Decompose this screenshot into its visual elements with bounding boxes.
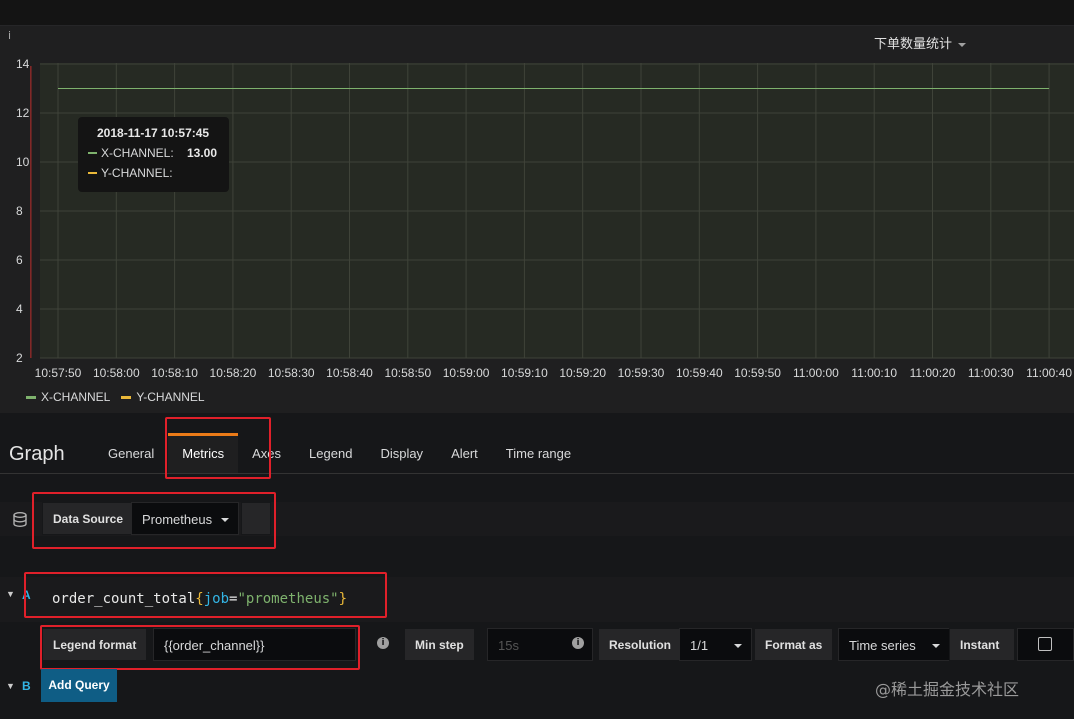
info-icon[interactable]: i	[8, 29, 11, 42]
graph-canvas[interactable]: 14 12 10 8 6 4 2 10:57:50 10:58:00 10:58:10 10:58:…	[0, 26, 1074, 413]
series-swatch-icon	[26, 395, 36, 399]
highlight-box-datasource	[32, 492, 276, 549]
x-tick-label: 11:00:20	[910, 366, 956, 380]
x-tick-label: 11:00:30	[968, 366, 1014, 380]
collapse-caret-icon[interactable]: ▼	[6, 681, 15, 691]
highlight-box-metrics-tab	[165, 417, 271, 479]
graph-panel: 14 12 10 8 6 4 2 10:57:50 10:58:00 10:58:10 10:58:…	[0, 26, 1074, 413]
tooltip-row-y: Y-CHANNEL:	[88, 166, 219, 180]
legend-label: X-CHANNEL	[41, 390, 111, 404]
min-step-label: Min step	[404, 628, 475, 661]
tooltip-time: 2018-11-17 10:57:45	[97, 126, 210, 140]
x-tick-label: 10:58:00	[93, 366, 140, 380]
resolution-value: 1/1	[690, 638, 709, 653]
chevron-down-icon	[734, 644, 742, 648]
top-bar	[0, 0, 1074, 26]
x-tick-label: 10:58:30	[268, 366, 315, 380]
watermark: @稀土掘金技术社区	[875, 680, 1020, 699]
editor-title: Graph	[9, 443, 65, 465]
y-tick-label: 14	[16, 57, 30, 71]
tooltip-series-value: 13.00	[187, 146, 218, 160]
info-icon[interactable]: i	[572, 637, 584, 649]
legend-item-x-channel[interactable]: X-CHANNEL	[26, 390, 110, 404]
y-tick-label: 8	[16, 204, 23, 218]
y-tick-label: 6	[16, 253, 23, 267]
format-as-value: Time series	[849, 638, 916, 653]
tab-general[interactable]: General	[94, 433, 168, 473]
tab-divider	[0, 473, 1074, 474]
tooltip-row-x: X-CHANNEL: 13.00	[88, 146, 219, 160]
x-tick-label: 10:59:00	[443, 366, 490, 380]
x-tick-label: 10:59:20	[559, 366, 606, 380]
add-query-button[interactable]: Add Query	[41, 669, 117, 702]
x-tick-label: 10:58:10	[151, 366, 198, 380]
x-tick-label: 10:59:40	[676, 366, 723, 380]
panel-title[interactable]: 下单数量统计	[874, 33, 967, 52]
x-tick-label: 11:00:40	[1026, 366, 1072, 380]
y-tick-label: 4	[16, 302, 23, 316]
series-swatch-icon	[88, 152, 97, 154]
x-tick-label: 10:58:20	[210, 366, 257, 380]
resolution-label: Resolution	[598, 628, 682, 661]
legend-label: Y-CHANNEL	[136, 390, 205, 404]
collapse-caret-icon[interactable]: ▼	[6, 589, 15, 599]
x-tick-label: 11:00:00	[793, 366, 839, 380]
x-tick-label: 10:57:50	[35, 366, 82, 380]
highlight-box-query	[24, 572, 387, 618]
tooltip-series-name: X-CHANNEL:	[101, 146, 174, 160]
tab-legend[interactable]: Legend	[295, 433, 366, 473]
y-tick-label: 2	[16, 351, 23, 365]
y-tick-label: 10	[16, 155, 30, 169]
x-tick-label: 11:00:10	[851, 366, 897, 380]
x-tick-label: 10:59:10	[501, 366, 548, 380]
y-tick-label: 12	[16, 106, 30, 120]
x-tick-label: 10:59:50	[734, 366, 781, 380]
query-letter-b: B	[22, 679, 31, 693]
x-tick-label: 10:58:50	[384, 366, 431, 380]
x-tick-label: 10:59:30	[618, 366, 665, 380]
x-tick-label: 10:58:40	[326, 366, 373, 380]
format-as-label: Format as	[754, 628, 834, 661]
database-icon	[13, 512, 27, 527]
graph-legend: X-CHANNEL Y-CHANNEL	[26, 390, 216, 404]
chevron-down-icon	[932, 644, 940, 648]
instant-label: Instant	[949, 628, 1015, 661]
tab-alert[interactable]: Alert	[437, 433, 492, 473]
highlight-box-legend-format	[40, 625, 360, 670]
panel-title-text: 下单数量统计	[874, 37, 953, 52]
tooltip-series-name: Y-CHANNEL:	[101, 166, 173, 180]
legend-item-y-channel[interactable]: Y-CHANNEL	[121, 390, 205, 404]
series-swatch-icon	[121, 395, 132, 399]
tab-display[interactable]: Display	[366, 433, 437, 473]
format-as-select[interactable]: Time series	[838, 628, 950, 661]
series-swatch-icon	[88, 172, 97, 174]
chevron-down-icon	[958, 42, 967, 47]
graph-tooltip: 2018-11-17 10:57:45 X-CHANNEL: 13.00 Y-C…	[78, 117, 229, 192]
resolution-select[interactable]: 1/1	[679, 628, 752, 661]
info-icon[interactable]: i	[377, 637, 389, 649]
instant-checkbox[interactable]	[1038, 637, 1052, 651]
tab-time-range[interactable]: Time range	[492, 433, 585, 473]
